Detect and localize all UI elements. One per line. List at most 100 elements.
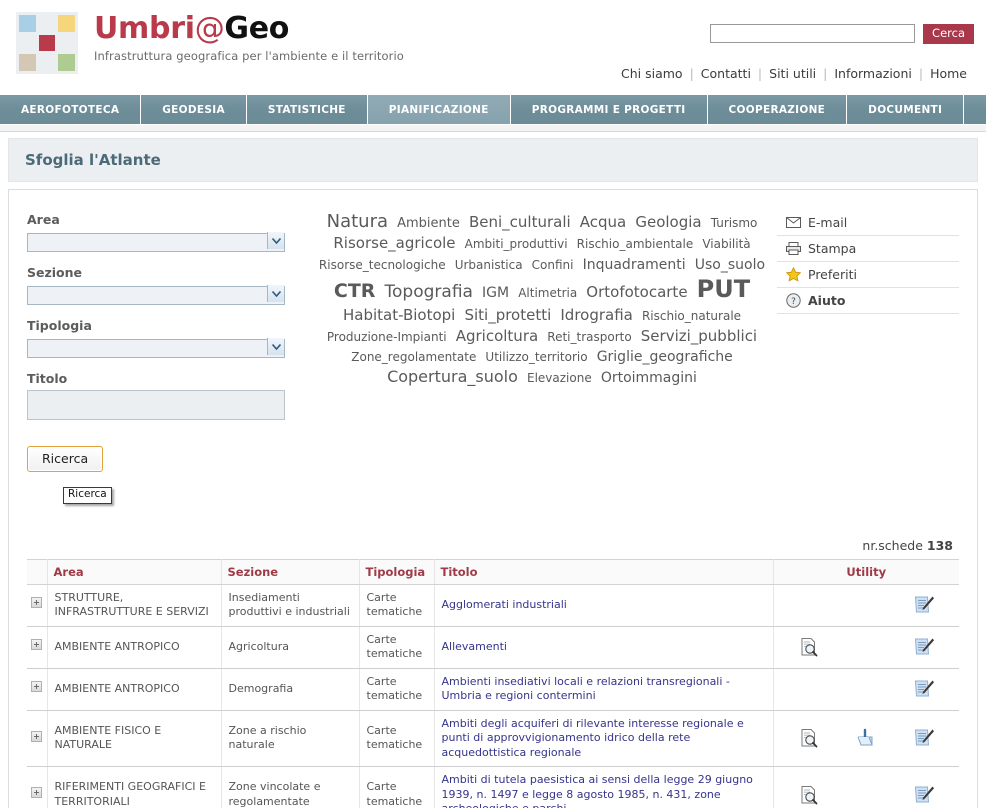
tag-siti-protetti[interactable]: Siti_protetti xyxy=(464,306,551,324)
tag-ortoimmagini[interactable]: Ortoimmagini xyxy=(601,370,697,386)
top-link-chi-siamo[interactable]: Chi siamo xyxy=(614,66,690,81)
utility-slot-empty xyxy=(837,634,893,660)
utility-preferiti-label: Preferiti xyxy=(808,267,857,282)
preview-document-icon[interactable] xyxy=(781,634,837,660)
tag-habitat-biotopi[interactable]: Habitat-Biotopi xyxy=(343,306,455,324)
expand-plus-icon[interactable] xyxy=(31,639,43,651)
preview-document-icon[interactable] xyxy=(781,782,837,808)
utility-preferiti[interactable]: Preferiti xyxy=(777,262,959,288)
ricerca-tooltip: Ricerca xyxy=(63,487,112,504)
search-filters-form: Area Sezione Tipologia Titolo Ricerca Ri… xyxy=(27,204,307,504)
row-expand-cell xyxy=(27,710,48,768)
nav-item-geodesia[interactable]: GEODESIA xyxy=(141,95,247,124)
area-select[interactable] xyxy=(27,233,285,252)
tag-risorse-agricole[interactable]: Risorse_agricole xyxy=(333,234,455,252)
row-expand-cell xyxy=(27,766,48,808)
tag-acqua[interactable]: Acqua xyxy=(580,213,626,231)
tag-reti-trasporto[interactable]: Reti_trasporto xyxy=(547,330,631,344)
cell-titolo: Ambiti degli acquiferi di rilevante inte… xyxy=(434,710,774,768)
nav-underline xyxy=(0,125,986,132)
titolo-input[interactable] xyxy=(27,390,285,420)
column-header-tipologia[interactable]: Tipologia xyxy=(359,558,435,585)
tag-risorse-tecnologiche[interactable]: Risorse_tecnologiche xyxy=(319,258,446,272)
titolo-link[interactable]: Agglomerati industriali xyxy=(442,598,567,611)
cell-titolo: Ambiti di tutela paesistica ai sensi del… xyxy=(434,766,774,808)
tag-servizi-pubblici[interactable]: Servizi_pubblici xyxy=(641,327,757,345)
tag-urbanistica[interactable]: Urbanistica xyxy=(455,258,523,272)
tag-copertura-suolo[interactable]: Copertura_suolo xyxy=(387,367,518,386)
tag-ambiente[interactable]: Ambiente xyxy=(397,216,460,231)
tag-inquadramenti[interactable]: Inquadramenti xyxy=(583,257,686,273)
tag-ortofotocarte[interactable]: Ortofotocarte xyxy=(586,283,687,301)
titolo-link[interactable]: Ambiti degli acquiferi di rilevante inte… xyxy=(442,717,744,759)
tag-igm[interactable]: IGM xyxy=(482,285,509,301)
utility-email[interactable]: E-mail xyxy=(777,210,959,236)
tag-topografia[interactable]: Topografia xyxy=(385,282,473,302)
utility-aiuto[interactable]: ? Aiuto xyxy=(777,288,959,314)
tag-ambiti-produttivi[interactable]: Ambiti_produttivi xyxy=(465,237,568,251)
search-form-section: Area Sezione Tipologia Titolo Ricerca Ri… xyxy=(27,204,959,504)
titolo-link[interactable]: Ambiti di tutela paesistica ai sensi del… xyxy=(442,773,753,808)
tag-altimetria[interactable]: Altimetria xyxy=(518,286,577,300)
edit-metadata-icon[interactable] xyxy=(893,725,955,751)
area-label: Area xyxy=(27,212,60,227)
nav-item-pianificazione[interactable]: PIANIFICAZIONE xyxy=(367,95,511,124)
edit-metadata-icon[interactable] xyxy=(893,592,955,618)
tag-rischio-naturale[interactable]: Rischio_naturale xyxy=(642,309,741,323)
nav-item-aerofototeca[interactable]: AEROFOTOTECA xyxy=(0,95,142,124)
logo-mondrian-icon xyxy=(16,12,78,74)
top-link-contatti[interactable]: Contatti xyxy=(694,66,758,81)
tag-griglie-geografiche[interactable]: Griglie_geografiche xyxy=(597,349,733,365)
tag-ctr[interactable]: CTR xyxy=(334,280,376,302)
tag-idrografia[interactable]: Idrografia xyxy=(560,306,632,324)
column-header-sezione[interactable]: Sezione xyxy=(221,558,360,585)
expand-plus-icon[interactable] xyxy=(31,787,43,799)
expand-plus-icon[interactable] xyxy=(31,597,43,609)
site-logo[interactable]: Umbri@Geo Infrastruttura geografica per … xyxy=(16,12,404,74)
tipologia-select[interactable] xyxy=(27,339,285,358)
tag-confini[interactable]: Confini xyxy=(532,258,574,272)
cell-tipologia: Carte tematiche xyxy=(359,766,435,808)
edit-metadata-icon[interactable] xyxy=(893,782,955,808)
tag-zone-regolamentate[interactable]: Zone_regolamentate xyxy=(351,350,476,364)
titolo-link[interactable]: Allevamenti xyxy=(442,640,507,653)
tag-uso-suolo[interactable]: Uso_suolo xyxy=(695,257,765,273)
tag-geologia[interactable]: Geologia xyxy=(635,213,701,231)
sezione-label: Sezione xyxy=(27,265,83,280)
column-header-area[interactable]: Area xyxy=(47,558,222,585)
tag-elevazione[interactable]: Elevazione xyxy=(527,371,592,385)
search-input[interactable] xyxy=(710,24,916,44)
top-link-siti-utili[interactable]: Siti utili xyxy=(762,66,823,81)
tag-produzione-impianti[interactable]: Produzione-Impianti xyxy=(327,330,447,344)
sezione-select[interactable] xyxy=(27,286,285,305)
expand-plus-icon[interactable] xyxy=(31,681,43,693)
search-button[interactable]: Cerca xyxy=(923,24,974,44)
column-header-titolo[interactable]: Titolo xyxy=(434,558,774,585)
edit-metadata-icon[interactable] xyxy=(893,676,955,702)
tag-viabilit-[interactable]: Viabilità xyxy=(702,237,750,251)
tag-put[interactable]: PUT xyxy=(697,275,750,303)
nav-item-statistiche[interactable]: STATISTICHE xyxy=(247,95,368,124)
nav-item-documenti[interactable]: DOCUMENTI xyxy=(847,95,965,124)
tag-agricoltura[interactable]: Agricoltura xyxy=(456,327,538,345)
edit-metadata-icon[interactable] xyxy=(893,634,955,660)
download-icon[interactable] xyxy=(837,725,893,751)
ricerca-button[interactable]: Ricerca xyxy=(27,446,104,472)
row-utility-icons xyxy=(778,676,956,702)
nav-item-cooperazione[interactable]: COOPERAZIONE xyxy=(708,95,848,124)
titolo-link[interactable]: Ambienti insediativi locali e relazioni … xyxy=(442,675,730,703)
tag-beni-culturali[interactable]: Beni_culturali xyxy=(469,213,571,231)
expand-plus-icon[interactable] xyxy=(31,730,43,742)
top-link-informazioni[interactable]: Informazioni xyxy=(827,66,919,81)
tag-natura[interactable]: Natura xyxy=(327,211,388,232)
column-header-expand xyxy=(27,558,48,585)
tag-turismo[interactable]: Turismo xyxy=(711,216,758,230)
preview-document-icon[interactable] xyxy=(781,725,837,751)
titolo-label: Titolo xyxy=(27,371,68,386)
top-link-home[interactable]: Home xyxy=(923,66,974,81)
nav-item-programmi-e-progetti[interactable]: PROGRAMMI E PROGETTI xyxy=(511,95,708,124)
tag-rischio-ambientale[interactable]: Rischio_ambientale xyxy=(577,237,694,251)
cell-tipologia: Carte tematiche xyxy=(359,668,435,711)
tag-utilizzo-territorio[interactable]: Utilizzo_territorio xyxy=(485,350,587,364)
utility-stampa[interactable]: Stampa xyxy=(777,236,959,262)
